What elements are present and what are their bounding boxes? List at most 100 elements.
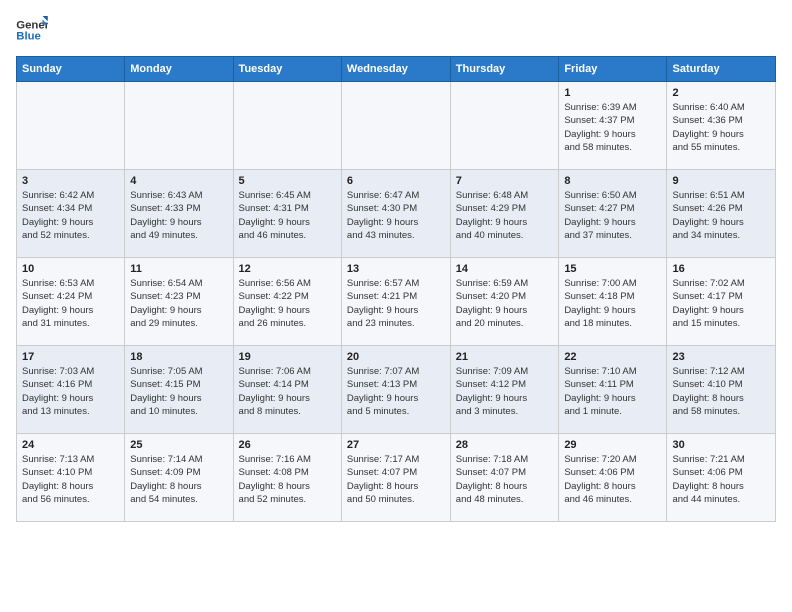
day-info: Sunrise: 6:39 AM Sunset: 4:37 PM Dayligh… [564,101,661,154]
day-number: 11 [130,263,227,275]
day-info: Sunrise: 7:21 AM Sunset: 4:06 PM Dayligh… [672,453,770,506]
calendar-day-cell: 20 Sunrise: 7:07 AM Sunset: 4:13 PM Dayli… [341,346,450,434]
calendar-day-cell: 30 Sunrise: 7:21 AM Sunset: 4:06 PM Dayli… [667,434,776,522]
day-info: Sunrise: 6:56 AM Sunset: 4:22 PM Dayligh… [239,277,336,330]
calendar-day-cell: 9 Sunrise: 6:51 AM Sunset: 4:26 PM Daylig… [667,170,776,258]
day-number: 4 [130,175,227,187]
calendar-day-cell: 19 Sunrise: 7:06 AM Sunset: 4:14 PM Dayli… [233,346,341,434]
day-info: Sunrise: 7:00 AM Sunset: 4:18 PM Dayligh… [564,277,661,330]
calendar-week-row: 1 Sunrise: 6:39 AM Sunset: 4:37 PM Daylig… [17,82,776,170]
calendar-day-cell: 21 Sunrise: 7:09 AM Sunset: 4:12 PM Dayli… [450,346,559,434]
calendar-day-cell: 22 Sunrise: 7:10 AM Sunset: 4:11 PM Dayli… [559,346,667,434]
calendar-day-cell: 5 Sunrise: 6:45 AM Sunset: 4:31 PM Daylig… [233,170,341,258]
day-number: 8 [564,175,661,187]
day-number: 26 [239,439,336,451]
day-number: 1 [564,87,661,99]
calendar-day-cell: 6Sunrise: 6:47 AM Sunset: 4:30 PM Daylig… [341,170,450,258]
calendar-day-cell: 11 Sunrise: 6:54 AM Sunset: 4:23 PM Dayli… [125,258,233,346]
day-info: Sunrise: 6:57 AM Sunset: 4:21 PM Dayligh… [347,277,445,330]
day-info: Sunrise: 6:47 AM Sunset: 4:30 PM Dayligh… [347,189,445,242]
calendar-day-cell [17,82,125,170]
calendar-header-cell: Wednesday [341,57,450,82]
day-info: Sunrise: 7:13 AM Sunset: 4:10 PM Dayligh… [22,453,119,506]
calendar-day-cell: 2 Sunrise: 6:40 AM Sunset: 4:36 PM Daylig… [667,82,776,170]
calendar-day-cell: 13 Sunrise: 6:57 AM Sunset: 4:21 PM Dayli… [341,258,450,346]
calendar-day-cell: 8 Sunrise: 6:50 AM Sunset: 4:27 PM Daylig… [559,170,667,258]
day-number: 19 [239,351,336,363]
day-info: Sunrise: 6:51 AM Sunset: 4:26 PM Dayligh… [672,189,770,242]
calendar-week-row: 3 Sunrise: 6:42 AM Sunset: 4:34 PM Daylig… [17,170,776,258]
day-number: 24 [22,439,119,451]
header: General Blue [16,16,776,44]
calendar-header-cell: Sunday [17,57,125,82]
day-number: 9 [672,175,770,187]
day-info: Sunrise: 6:59 AM Sunset: 4:20 PM Dayligh… [456,277,554,330]
calendar-day-cell: 10 Sunrise: 6:53 AM Sunset: 4:24 PM Dayli… [17,258,125,346]
calendar-day-cell: 17Sunrise: 7:03 AM Sunset: 4:16 PM Dayli… [17,346,125,434]
day-info: Sunrise: 7:20 AM Sunset: 4:06 PM Dayligh… [564,453,661,506]
day-info: Sunrise: 7:06 AM Sunset: 4:14 PM Dayligh… [239,365,336,418]
logo: General Blue [16,16,48,44]
calendar-day-cell: 14 Sunrise: 6:59 AM Sunset: 4:20 PM Dayli… [450,258,559,346]
day-info: Sunrise: 7:07 AM Sunset: 4:13 PM Dayligh… [347,365,445,418]
day-info: Sunrise: 7:10 AM Sunset: 4:11 PM Dayligh… [564,365,661,418]
day-number: 10 [22,263,119,275]
calendar-day-cell: 15 Sunrise: 7:00 AM Sunset: 4:18 PM Dayli… [559,258,667,346]
calendar-day-cell: 24 Sunrise: 7:13 AM Sunset: 4:10 PM Dayli… [17,434,125,522]
calendar-header-cell: Saturday [667,57,776,82]
day-info: Sunrise: 7:14 AM Sunset: 4:09 PM Dayligh… [130,453,227,506]
calendar-week-row: 10 Sunrise: 6:53 AM Sunset: 4:24 PM Dayli… [17,258,776,346]
day-number: 5 [239,175,336,187]
day-number: 23 [672,351,770,363]
day-number: 20 [347,351,445,363]
day-number: 16 [672,263,770,275]
calendar-header-cell: Monday [125,57,233,82]
day-info: Sunrise: 7:05 AM Sunset: 4:15 PM Dayligh… [130,365,227,418]
calendar-header-cell: Thursday [450,57,559,82]
day-number: 29 [564,439,661,451]
day-info: Sunrise: 6:53 AM Sunset: 4:24 PM Dayligh… [22,277,119,330]
calendar-day-cell: 29 Sunrise: 7:20 AM Sunset: 4:06 PM Dayli… [559,434,667,522]
day-info: Sunrise: 7:12 AM Sunset: 4:10 PM Dayligh… [672,365,770,418]
calendar-day-cell: 25 Sunrise: 7:14 AM Sunset: 4:09 PM Dayli… [125,434,233,522]
calendar-header-cell: Friday [559,57,667,82]
day-info: Sunrise: 6:45 AM Sunset: 4:31 PM Dayligh… [239,189,336,242]
day-number: 3 [22,175,119,187]
calendar-body: 1 Sunrise: 6:39 AM Sunset: 4:37 PM Daylig… [17,82,776,522]
day-number: 18 [130,351,227,363]
day-number: 14 [456,263,554,275]
day-number: 21 [456,351,554,363]
day-info: Sunrise: 6:54 AM Sunset: 4:23 PM Dayligh… [130,277,227,330]
logo-icon: General Blue [16,16,48,44]
day-number: 30 [672,439,770,451]
calendar-day-cell: 18 Sunrise: 7:05 AM Sunset: 4:15 PM Dayli… [125,346,233,434]
day-info: Sunrise: 7:02 AM Sunset: 4:17 PM Dayligh… [672,277,770,330]
calendar-day-cell [125,82,233,170]
day-info: Sunrise: 6:50 AM Sunset: 4:27 PM Dayligh… [564,189,661,242]
calendar-day-cell: 26 Sunrise: 7:16 AM Sunset: 4:08 PM Dayli… [233,434,341,522]
day-number: 28 [456,439,554,451]
day-number: 13 [347,263,445,275]
day-info: Sunrise: 6:42 AM Sunset: 4:34 PM Dayligh… [22,189,119,242]
day-number: 12 [239,263,336,275]
day-info: Sunrise: 6:40 AM Sunset: 4:36 PM Dayligh… [672,101,770,154]
day-number: 22 [564,351,661,363]
day-number: 2 [672,87,770,99]
calendar-week-row: 24 Sunrise: 7:13 AM Sunset: 4:10 PM Dayli… [17,434,776,522]
calendar-day-cell: 4Sunrise: 6:43 AM Sunset: 4:33 PM Daylig… [125,170,233,258]
calendar-week-row: 17Sunrise: 7:03 AM Sunset: 4:16 PM Dayli… [17,346,776,434]
calendar-day-cell: 1 Sunrise: 6:39 AM Sunset: 4:37 PM Daylig… [559,82,667,170]
day-info: Sunrise: 7:17 AM Sunset: 4:07 PM Dayligh… [347,453,445,506]
calendar-header-cell: Tuesday [233,57,341,82]
day-info: Sunrise: 7:09 AM Sunset: 4:12 PM Dayligh… [456,365,554,418]
day-info: Sunrise: 6:48 AM Sunset: 4:29 PM Dayligh… [456,189,554,242]
calendar-day-cell: 16 Sunrise: 7:02 AM Sunset: 4:17 PM Dayli… [667,258,776,346]
calendar-table: SundayMondayTuesdayWednesdayThursdayFrid… [16,56,776,522]
day-number: 7 [456,175,554,187]
calendar-day-cell [450,82,559,170]
day-info: Sunrise: 7:16 AM Sunset: 4:08 PM Dayligh… [239,453,336,506]
calendar-day-cell [233,82,341,170]
calendar-header-row: SundayMondayTuesdayWednesdayThursdayFrid… [17,57,776,82]
day-number: 15 [564,263,661,275]
day-number: 25 [130,439,227,451]
